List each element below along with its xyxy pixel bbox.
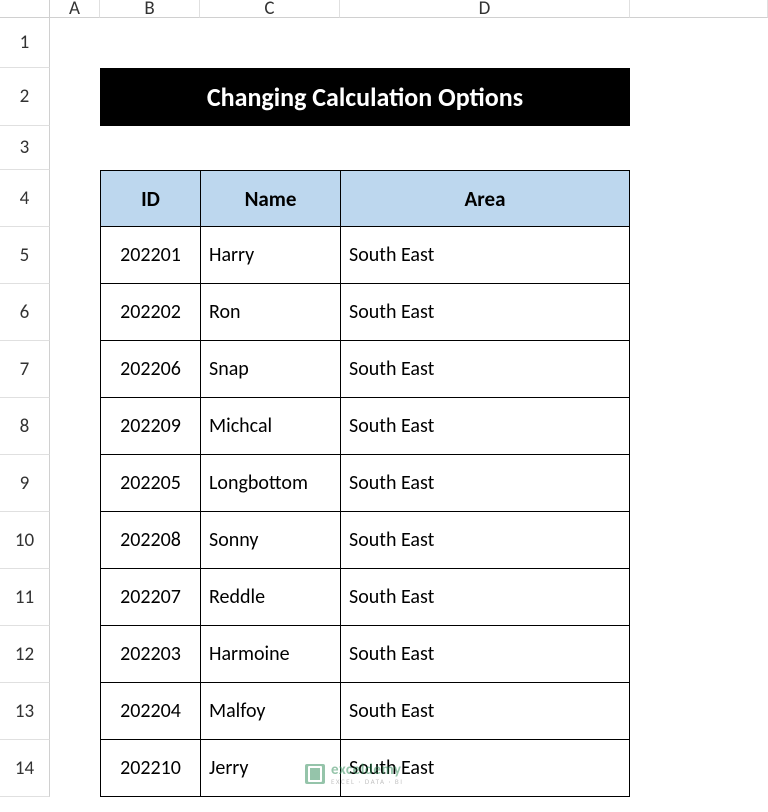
cell-name[interactable]: Harry	[200, 227, 340, 284]
row-header-7[interactable]: 7	[0, 341, 50, 398]
row-header-4[interactable]: 4	[0, 170, 50, 227]
row-header-10[interactable]: 10	[0, 512, 50, 569]
row-header-5[interactable]: 5	[0, 227, 50, 284]
row-header-12[interactable]: 12	[0, 626, 50, 683]
cell-name[interactable]: Snap	[200, 341, 340, 398]
col-header-blank	[630, 0, 768, 18]
cell-area[interactable]: South East	[340, 626, 630, 683]
row-header-11[interactable]: 11	[0, 569, 50, 626]
row-header-14[interactable]: 14	[0, 740, 50, 797]
col-header-b[interactable]: B	[100, 0, 200, 18]
page-title: Changing Calculation Options	[100, 68, 630, 126]
cell-area[interactable]: South East	[340, 683, 630, 740]
row-header-1[interactable]: 1	[0, 18, 50, 68]
grid-corner	[0, 0, 50, 18]
col-header-a[interactable]: A	[50, 0, 100, 18]
cell-name[interactable]: Jerry	[200, 740, 340, 797]
col-header-c[interactable]: C	[200, 0, 340, 18]
cell-id[interactable]: 202206	[100, 341, 200, 398]
cell-area[interactable]: South East	[340, 227, 630, 284]
cell-area[interactable]: South East	[340, 341, 630, 398]
cell-name[interactable]: Sonny	[200, 512, 340, 569]
cell-area[interactable]: South East	[340, 569, 630, 626]
cell-id[interactable]: 202202	[100, 284, 200, 341]
row-header-8[interactable]: 8	[0, 398, 50, 455]
cell-id[interactable]: 202209	[100, 398, 200, 455]
cell-id[interactable]: 202203	[100, 626, 200, 683]
row-header-13[interactable]: 13	[0, 683, 50, 740]
cell-name[interactable]: Malfoy	[200, 683, 340, 740]
cell-id[interactable]: 202205	[100, 455, 200, 512]
row-header-9[interactable]: 9	[0, 455, 50, 512]
cell-name[interactable]: Michcal	[200, 398, 340, 455]
cell-area[interactable]: South East	[340, 740, 630, 797]
row-header-2[interactable]: 2	[0, 68, 50, 126]
table-header-area[interactable]: Area	[340, 170, 630, 227]
cell-id[interactable]: 202204	[100, 683, 200, 740]
col-header-d[interactable]: D	[340, 0, 630, 18]
cell-id[interactable]: 202201	[100, 227, 200, 284]
table-header-id[interactable]: ID	[100, 170, 200, 227]
cell-id[interactable]: 202208	[100, 512, 200, 569]
cell-name[interactable]: Longbottom	[200, 455, 340, 512]
table-header-name[interactable]: Name	[200, 170, 340, 227]
cell-id[interactable]: 202207	[100, 569, 200, 626]
cell-name[interactable]: Reddle	[200, 569, 340, 626]
cell-area[interactable]: South East	[340, 398, 630, 455]
cell-area[interactable]: South East	[340, 284, 630, 341]
cell-name[interactable]: Ron	[200, 284, 340, 341]
spreadsheet-grid: A B C D 1234567891011121314Changing Calc…	[0, 0, 768, 797]
cell-area[interactable]: South East	[340, 455, 630, 512]
cell-id[interactable]: 202210	[100, 740, 200, 797]
cell-area[interactable]: South East	[340, 512, 630, 569]
row-header-6[interactable]: 6	[0, 284, 50, 341]
row-header-3[interactable]: 3	[0, 126, 50, 170]
cell-name[interactable]: Harmoine	[200, 626, 340, 683]
